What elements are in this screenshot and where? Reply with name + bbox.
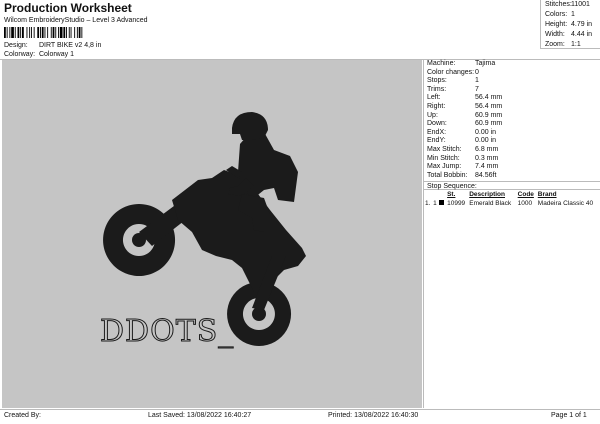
column-header: St. <box>447 191 456 199</box>
design-text: DDOTS_ <box>100 314 234 349</box>
design-row: Design: DIRT BIKE v2 4,8 in <box>4 42 101 49</box>
colorway-value: Colorway 1 <box>38 51 74 58</box>
info-value: 60.9 mm <box>475 111 503 119</box>
info-value: 60.9 mm <box>475 120 503 128</box>
info-value: 6.8 mm <box>475 145 499 153</box>
info-row: Max Jump: 7.4 mm <box>424 163 600 172</box>
column-header <box>438 190 446 199</box>
info-label: Left: <box>427 94 441 102</box>
stat-value: 4.44 in <box>571 31 593 38</box>
stats-box: Stitches:11001 Colors: 1 Height: 4.79 in W… <box>540 0 600 49</box>
stat-row: Zoom: 1:1 <box>541 40 600 50</box>
stat-value: 1 <box>571 11 575 18</box>
column-header: Code <box>517 191 534 199</box>
stat-label: Stitches: <box>545 1 572 8</box>
info-value: 0.00 in <box>475 137 497 145</box>
info-row: Left: 56.4 mm <box>424 94 600 103</box>
row-code: 1000 <box>517 200 533 208</box>
color-swatch <box>438 199 446 208</box>
stop-sequence-title: Stop Sequence: <box>424 181 600 191</box>
info-row: Total Bobbin: 84.56ft <box>424 172 600 181</box>
design-info-panel: Machine: Tajima Color changes:0 Stops: 1 Trim… <box>423 60 600 408</box>
info-label: Total Bobbin: <box>427 171 468 179</box>
stat-row: Width: 4.44 in <box>541 30 600 40</box>
info-list: Machine: Tajima Color changes:0 Stops: 1 Trim… <box>424 60 600 180</box>
stat-row: Colors: 1 <box>541 10 600 20</box>
info-value: 0.00 in <box>475 128 497 136</box>
design-preview: DDOTS_ <box>2 60 422 408</box>
row-brand: Madeira Classic 40 <box>537 200 594 208</box>
row-number: 1. <box>425 200 431 208</box>
info-row: Trims: 7 <box>424 86 600 95</box>
row-description: Emerald Black <box>469 200 512 208</box>
dirt-bike-silhouette: DDOTS_ <box>100 112 306 350</box>
info-row: EndY: 0.00 in <box>424 137 600 146</box>
info-row: Max Stitch: 6.8 mm <box>424 146 600 155</box>
design-label: Design: <box>4 42 28 49</box>
info-row: EndX: 0.00 in <box>424 129 600 138</box>
info-label: Max Jump: <box>427 163 462 171</box>
stat-value: 4.79 in <box>571 21 593 28</box>
info-row: Right: 56.4 mm <box>424 103 600 112</box>
helmet <box>232 112 268 140</box>
info-label: Trims: <box>427 85 447 93</box>
info-label: Right: <box>427 102 446 110</box>
stat-value: 1:1 <box>571 41 581 48</box>
info-value: 0.3 mm <box>475 154 499 162</box>
table-row: 1. 1 10999 Emerald Black 1000 Madeira Cl… <box>424 199 600 208</box>
info-label: Max Stitch: <box>427 145 462 153</box>
stat-label: Width: <box>545 31 565 38</box>
row-stitches: 10999 <box>447 200 466 208</box>
colorway-label: Colorway: <box>4 51 36 58</box>
info-label: EndY: <box>427 137 446 145</box>
footer-divider <box>0 409 600 410</box>
printed-date: Printed: 13/08/2022 16:40:30 <box>328 412 419 419</box>
info-row: Up: 60.9 mm <box>424 112 600 121</box>
stat-label: Zoom: <box>545 41 565 48</box>
table-header-row: St. Description Code Brand <box>424 190 600 199</box>
stat-label: Height: <box>545 21 568 28</box>
info-value: 1 <box>475 77 479 85</box>
created-by: Created By: <box>4 412 41 419</box>
info-label: EndX: <box>427 128 447 136</box>
info-row: Color changes:0 <box>424 69 600 78</box>
info-label: Machine: <box>427 60 456 67</box>
info-value: 0 <box>475 68 479 76</box>
info-value: 84.56ft <box>475 171 497 179</box>
info-label: Min Stitch: <box>427 154 460 162</box>
colorway-row: Colorway: Colorway 1 <box>4 51 74 58</box>
info-row: Machine: Tajima <box>424 60 600 69</box>
column-header: Brand <box>537 191 557 199</box>
column-header: Description <box>469 191 505 199</box>
last-saved: Last Saved: 13/08/2022 16:40:27 <box>148 412 252 419</box>
info-label: Color changes: <box>427 68 475 76</box>
column-header <box>424 190 432 199</box>
info-value: 7.4 mm <box>475 163 499 171</box>
barcode <box>4 27 83 38</box>
stat-row: Stitches:11001 <box>541 0 600 10</box>
software-label: Wilcom EmbroideryStudio – Level 3 Advanc… <box>4 17 148 24</box>
page-title: Production Worksheet <box>4 1 132 15</box>
info-row: Min Stitch: 0.3 mm <box>424 155 600 164</box>
stat-label: Colors: <box>545 11 568 18</box>
info-value: 56.4 mm <box>475 102 503 110</box>
stat-row: Height: 4.79 in <box>541 20 600 30</box>
info-label: Up: <box>427 111 438 119</box>
info-label: Down: <box>427 120 447 128</box>
design-value: DIRT BIKE v2 4,8 in <box>38 42 102 49</box>
stop-sequence-table: St. Description Code Brand 1. 1 10999 Em… <box>424 190 600 208</box>
info-value: 56.4 mm <box>475 94 503 102</box>
info-label: Stops: <box>427 77 447 85</box>
info-value: 7 <box>475 85 479 93</box>
stat-value: 11001 <box>571 1 590 8</box>
info-row: Stops: 1 <box>424 77 600 86</box>
page-number: Page 1 of 1 <box>551 412 587 419</box>
info-row: Down: 60.9 mm <box>424 120 600 129</box>
info-value: Tajima <box>475 60 496 67</box>
